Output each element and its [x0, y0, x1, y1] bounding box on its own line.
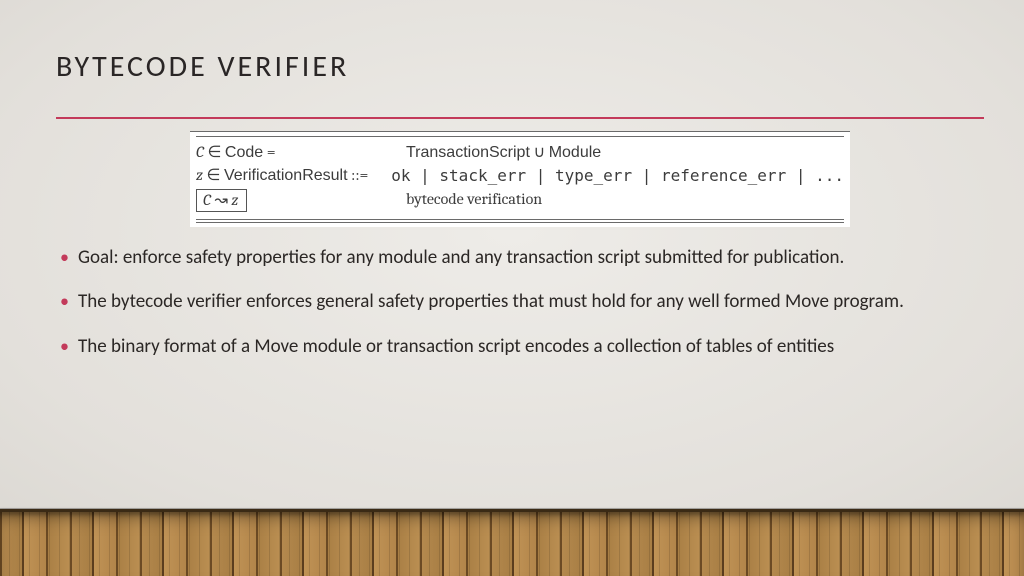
defbox-bottom-rule-2: [196, 222, 844, 223]
def-row-1-rhs: TransactionScript ∪ Module: [406, 141, 844, 164]
bullet-1: Goal: enforce safety properties for any …: [56, 245, 964, 272]
bullet-3: The binary format of a Move module or tr…: [56, 334, 964, 361]
sym-z: z: [196, 166, 203, 184]
tx-script: TransactionScript: [406, 144, 530, 161]
module: Module: [549, 144, 601, 161]
bullet-list: Goal: enforce safety properties for any …: [56, 245, 984, 361]
def-row-2: z ∈ VerificationResult ::= ok | stack_er…: [196, 164, 844, 187]
def-row-1-lhs: C ∈ Code =: [196, 141, 406, 164]
sym-in-2: ∈: [206, 166, 220, 184]
sym-leadsto: ↝: [214, 191, 227, 209]
bnf-sym: ::=: [351, 166, 368, 184]
def-row-3-lhs: C ↝ z: [196, 187, 406, 212]
eq-sign: =: [267, 143, 276, 161]
sym-C: C: [196, 143, 204, 161]
floor-texture: [0, 512, 1024, 576]
def-row-3: C ↝ z bytecode verification: [196, 187, 844, 212]
title-underline: [56, 117, 984, 119]
set-code: Code: [225, 144, 263, 161]
def-row-1: C ∈ Code = TransactionScript ∪ Module: [196, 141, 844, 164]
sym-C-2: C: [203, 191, 211, 209]
set-verif: VerificationResult: [224, 167, 348, 184]
def-row-2-rhs: ok | stack_err | type_err | reference_er…: [391, 164, 844, 187]
defbox-bottom-rule-1: [196, 219, 844, 220]
slide-title: BYTECODE VERIFIER: [56, 48, 984, 85]
sym-z-2: z: [231, 191, 238, 209]
sym-in-1: ∈: [207, 143, 221, 161]
definition-box: C ∈ Code = TransactionScript ∪ Module z …: [190, 131, 850, 227]
def-row-3-rhs: bytecode verification: [406, 188, 844, 211]
boxed-judgment: C ↝ z: [196, 189, 247, 212]
defbox-top-rule: [196, 136, 844, 137]
def-row-2-lhs: z ∈ VerificationResult ::=: [196, 164, 391, 187]
sym-union: ∪: [533, 143, 545, 161]
bullet-2: The bytecode verifier enforces general s…: [56, 289, 964, 316]
slide-content: BYTECODE VERIFIER C ∈ Code = Transaction…: [56, 48, 984, 378]
